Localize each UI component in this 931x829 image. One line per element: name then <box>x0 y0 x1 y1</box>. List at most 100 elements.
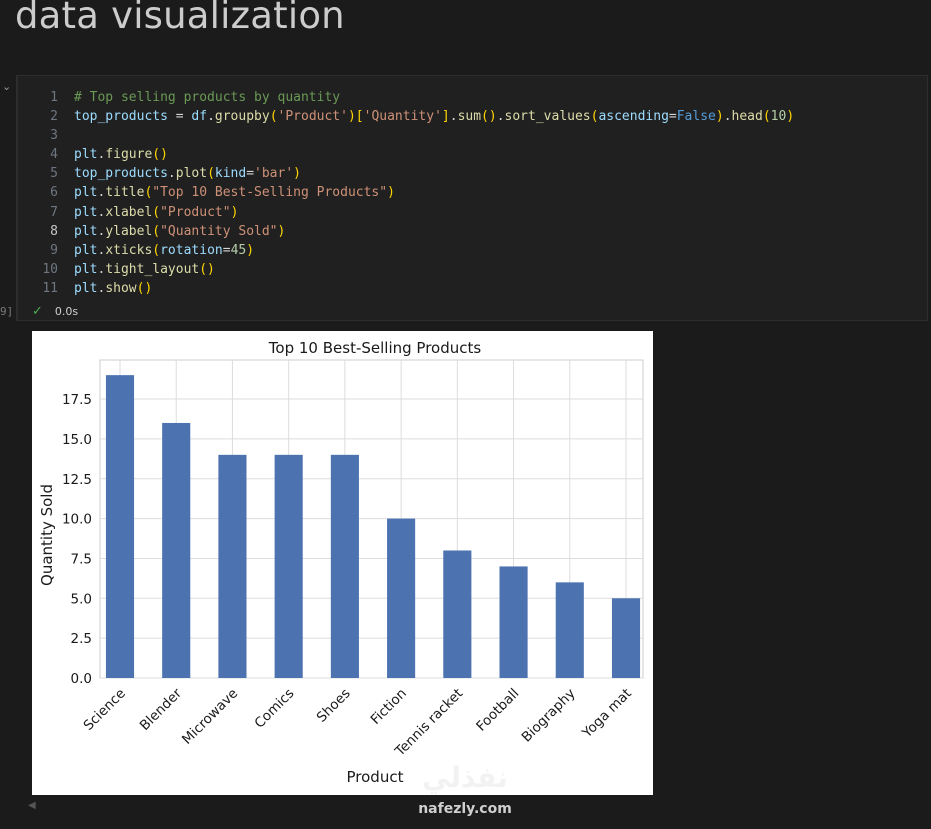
success-check-icon: ✓ <box>32 304 43 319</box>
code-line[interactable]: 4 plt.figure() <box>18 145 927 164</box>
code-token: rotation <box>160 242 223 258</box>
code-token: ) <box>347 109 356 125</box>
y-axis-label: Quantity Sold <box>38 484 56 586</box>
code-token: show <box>105 280 137 296</box>
bar <box>387 518 416 678</box>
y-tick-label: 2.5 <box>71 631 92 647</box>
code-token: 45 <box>230 242 247 258</box>
code-text: plt.title("Top 10 Best-Selling Products"… <box>74 183 395 202</box>
bar <box>443 550 472 678</box>
line-number: 9 <box>50 242 58 258</box>
collapse-cell-icon[interactable]: ⌄ <box>2 80 11 93</box>
code-token: = <box>222 242 231 258</box>
code-token: = <box>246 166 255 182</box>
code-line[interactable]: 1 # Top selling products by quantity <box>18 88 927 107</box>
code-text: plt.figure() <box>74 145 168 164</box>
x-tick-label: Yoga mat <box>579 686 635 742</box>
code-token: ) <box>293 166 301 182</box>
code-token: ( <box>762 109 771 125</box>
code-token: ( <box>207 166 215 182</box>
bar <box>162 422 191 678</box>
chart-title: Top 10 Best-Selling Products <box>268 339 482 357</box>
y-tick-label: 7.5 <box>71 551 92 567</box>
code-token: () <box>199 261 215 277</box>
code-token: plt <box>74 204 98 220</box>
code-line[interactable]: 5 top_products.plot(kind='bar') <box>18 164 927 183</box>
code-token: ) <box>246 242 255 258</box>
x-tick-label: Blender <box>137 685 186 734</box>
code-text: plt.xticks(rotation=45) <box>74 241 254 260</box>
code-token: ) <box>387 185 395 201</box>
x-tick-label: Comics <box>252 686 298 732</box>
code-token: () <box>481 109 497 125</box>
code-token: plt <box>74 147 98 163</box>
y-tick-label: 12.5 <box>62 472 92 488</box>
code-token: . <box>449 109 458 125</box>
code-token: = <box>668 109 677 125</box>
code-token: plt <box>74 223 98 239</box>
scroll-left-icon[interactable]: ◀ <box>28 800 36 811</box>
code-token: sum <box>457 109 482 125</box>
bar <box>274 454 303 678</box>
code-text: top_products = df.groupby('Product')['Qu… <box>74 107 794 126</box>
x-tick-label: Microwave <box>179 686 241 748</box>
code-token: ] <box>441 109 450 125</box>
line-number: 2 <box>50 109 58 125</box>
line-number: 3 <box>50 128 58 144</box>
x-axis-label: Product <box>347 768 404 786</box>
code-text: plt.ylabel("Quantity Sold") <box>74 222 285 241</box>
code-token: ) <box>277 223 286 239</box>
code-token: tight_layout <box>105 261 200 277</box>
line-number: 7 <box>50 204 58 220</box>
code-token: df <box>191 109 208 125</box>
code-token: 'Product' <box>277 109 348 125</box>
code-line[interactable]: 9 plt.xticks(rotation=45) <box>18 241 927 260</box>
code-token: "Top 10 Best-Selling Products" <box>152 185 388 201</box>
code-token: plt <box>74 280 98 296</box>
line-number: 10 <box>42 261 58 277</box>
code-editor[interactable]: 1 # Top selling products by quantity 2 top_… <box>18 88 927 298</box>
code-line[interactable]: 3 <box>18 126 927 145</box>
code-cell[interactable]: 1 # Top selling products by quantity 2 top_… <box>16 75 928 321</box>
code-line[interactable]: 6 plt.title("Top 10 Best-Selling Products… <box>18 183 927 202</box>
line-number: 4 <box>50 147 58 163</box>
code-line[interactable]: 10 plt.tight_layout() <box>18 260 927 279</box>
x-tick-label: Fiction <box>368 686 410 728</box>
code-token: xticks <box>105 242 153 258</box>
line-number: 11 <box>42 280 58 296</box>
chart-output: 0.0 2.5 5.0 7.5 10.0 12.5 15.0 17.5 Science Blen… <box>32 331 653 795</box>
code-token: False <box>676 109 716 125</box>
x-tick-label: Football <box>473 686 522 735</box>
bar <box>105 375 135 678</box>
x-tick-label: Biography <box>519 686 579 746</box>
code-token: plt <box>74 261 98 277</box>
code-token: . <box>723 109 732 125</box>
code-line[interactable]: 11 plt.show() <box>18 279 927 298</box>
code-token: plt <box>74 242 98 258</box>
execution-time: 0.0s <box>54 305 79 318</box>
code-token: . <box>207 109 215 125</box>
watermark-url: nafezly.com <box>418 801 512 817</box>
code-line[interactable]: 8 plt.ylabel("Quantity Sold") <box>18 222 927 241</box>
code-text: plt.show() <box>74 279 152 298</box>
code-token: ( <box>152 223 161 239</box>
code-token: groupby <box>214 109 270 125</box>
code-token: ( <box>152 242 161 258</box>
code-token: title <box>105 185 145 201</box>
line-number: 5 <box>50 166 58 182</box>
bar <box>499 566 528 678</box>
bar <box>330 454 359 678</box>
code-token: ) <box>715 109 724 125</box>
code-line[interactable]: 7 plt.xlabel("Product") <box>18 203 927 222</box>
code-token: 10 <box>770 109 787 125</box>
code-token: ) <box>230 204 239 220</box>
bar-chart: 0.0 2.5 5.0 7.5 10.0 12.5 15.0 17.5 Science Blen… <box>38 339 644 786</box>
code-token: head <box>731 109 763 125</box>
code-token: ( <box>152 204 161 220</box>
watermark: نفذلي nafezly.com <box>410 763 520 818</box>
notebook-heading: data visualization <box>15 0 345 37</box>
code-token: () <box>136 280 153 296</box>
code-line[interactable]: 2 top_products = df.groupby('Product')['Q… <box>18 107 927 126</box>
code-token: () <box>152 147 168 163</box>
code-token: sort_values <box>504 109 591 125</box>
